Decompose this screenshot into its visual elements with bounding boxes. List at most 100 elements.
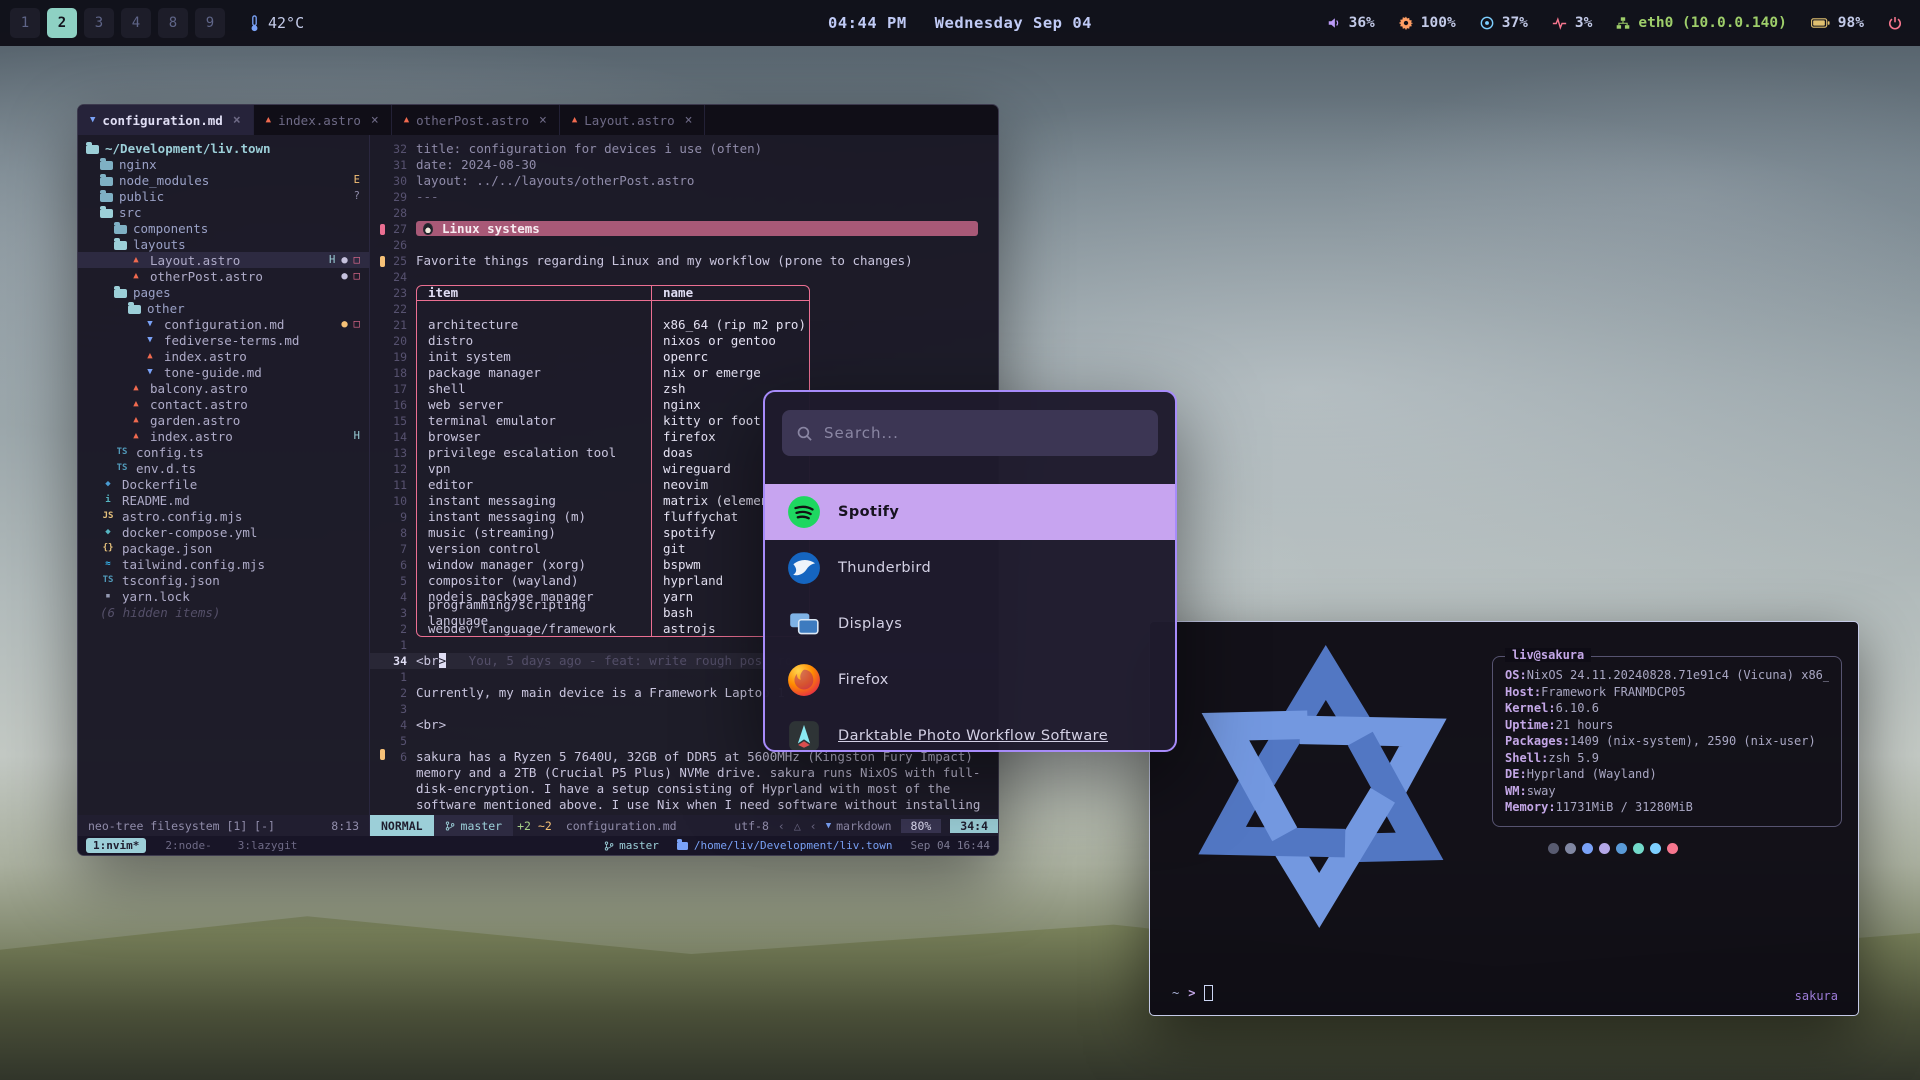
tree-item-components[interactable]: components <box>78 220 369 236</box>
tree-item-balcony.astro[interactable]: ▲balcony.astro <box>78 380 369 396</box>
line-number-gutter: 28 <box>370 205 416 221</box>
tab-index.astro[interactable]: ▲index.astro× <box>254 105 392 135</box>
table-cell-item: instant messaging (m) <box>417 509 651 525</box>
tab-close-icon[interactable]: × <box>371 113 379 128</box>
sign-column <box>380 368 385 379</box>
sign-column <box>380 144 385 155</box>
table-cell-name: x86_64 (rip m2 pro) <box>651 317 809 333</box>
tree-item-tsconfig.json[interactable]: TStsconfig.json <box>78 572 369 588</box>
file-type-icon: TS <box>100 575 116 585</box>
module-battery[interactable]: 98% <box>1811 15 1864 31</box>
table-cell-item: vpn <box>417 461 651 477</box>
module-power[interactable] <box>1888 16 1902 30</box>
tmux-window-2:node-[interactable]: 2:node- <box>158 838 218 853</box>
tmux-path-label: /home/liv/Development/liv.town <box>694 839 893 852</box>
fetch-info-value: 11731MiB / 31280MiB <box>1556 799 1693 816</box>
tmux-window-3:lazygit[interactable]: 3:lazygit <box>231 838 305 853</box>
tab-close-icon[interactable]: × <box>233 113 241 128</box>
tree-item-tone-guide.md[interactable]: ▼tone-guide.md <box>78 364 369 380</box>
line-number-gutter: 31 <box>370 157 416 173</box>
tree-item-index.astro[interactable]: ▲index.astroH <box>78 428 369 444</box>
tree-item-nginx[interactable]: nginx <box>78 156 369 172</box>
line-number-gutter: 1 <box>370 637 416 653</box>
tree-item-config.ts[interactable]: TSconfig.ts <box>78 444 369 460</box>
tree-item-layouts[interactable]: layouts <box>78 236 369 252</box>
launcher-item-Thunderbird[interactable]: Thunderbird <box>765 540 1175 596</box>
folder-icon <box>100 209 113 218</box>
tree-root[interactable]: ~/Development/liv.town <box>78 140 369 156</box>
line-number: 21 <box>389 317 407 333</box>
pulse-icon <box>1552 17 1567 30</box>
tree-item-public[interactable]: public? <box>78 188 369 204</box>
sign-column <box>380 400 385 411</box>
table-row: music (streaming)spotify <box>416 525 810 541</box>
fetch-info-row: Kernel: 6.10.6 <box>1505 700 1829 717</box>
table-row: compositor (wayland)hyprland <box>416 573 810 589</box>
tree-item-Layout.astro[interactable]: ▲Layout.astroH●□ <box>78 252 369 268</box>
tab-otherPost.astro[interactable]: ▲otherPost.astro× <box>392 105 560 135</box>
tree-item-otherPost.astro[interactable]: ▲otherPost.astro●□ <box>78 268 369 284</box>
workspace-button-9[interactable]: 9 <box>195 8 225 38</box>
tree-item-node_modules[interactable]: node_modulesE <box>78 172 369 188</box>
launcher-search-box[interactable] <box>782 410 1158 456</box>
tree-item-docker-compose.yml[interactable]: ◆docker-compose.yml <box>78 524 369 540</box>
fetch-info-label: Memory: <box>1505 799 1556 816</box>
buffer-line: 24 <box>370 269 998 285</box>
line-number: 20 <box>389 333 407 349</box>
tree-item-package.json[interactable]: {}package.json <box>78 540 369 556</box>
tab-close-icon[interactable]: × <box>685 113 693 128</box>
git-changes: +2 ~2 <box>513 815 556 836</box>
thermometer-icon <box>249 15 260 32</box>
module-volume[interactable]: 36% <box>1327 15 1375 31</box>
table-cell-item: distro <box>417 333 651 349</box>
shell-prompt[interactable]: ~ > <box>1172 985 1213 1001</box>
tab-close-icon[interactable]: × <box>539 113 547 128</box>
workspace-button-8[interactable]: 8 <box>158 8 188 38</box>
launcher-item-Displays[interactable]: Displays <box>765 596 1175 652</box>
workspace-button-3[interactable]: 3 <box>84 8 114 38</box>
tree-item-(6 hidden items): (6 hidden items) <box>78 604 369 620</box>
tree-item-label: index.astro <box>164 349 247 364</box>
tree-item-configuration.md[interactable]: ▼configuration.md●□ <box>78 316 369 332</box>
tree-item-garden.astro[interactable]: ▲garden.astro <box>78 412 369 428</box>
tab-Layout.astro[interactable]: ▲Layout.astro× <box>560 105 706 135</box>
tree-item-README.md[interactable]: iREADME.md <box>78 492 369 508</box>
tree-item-tailwind.config.mjs[interactable]: ≈tailwind.config.mjs <box>78 556 369 572</box>
search-input[interactable] <box>824 424 1144 442</box>
tree-item-pages[interactable]: pages <box>78 284 369 300</box>
tree-item-yarn.lock[interactable]: ▪yarn.lock <box>78 588 369 604</box>
tree-item-label: yarn.lock <box>122 589 190 604</box>
tree-item-other[interactable]: other <box>78 300 369 316</box>
tree-item-label: Dockerfile <box>122 477 197 492</box>
tree-item-astro.config.mjs[interactable]: JSastro.config.mjs <box>78 508 369 524</box>
tree-item-contact.astro[interactable]: ▲contact.astro <box>78 396 369 412</box>
tab-configuration.md[interactable]: ▼configuration.md× <box>78 105 254 135</box>
table-row: vpnwireguard <box>416 461 810 477</box>
tree-item-index.astro[interactable]: ▲index.astro <box>78 348 369 364</box>
module-disk[interactable]: 37% <box>1480 15 1528 31</box>
heading-text: Linux systems <box>442 221 540 237</box>
scroll-progress: 80% <box>901 819 942 833</box>
tree-item-fediverse-terms.md[interactable]: ▼fediverse-terms.md <box>78 332 369 348</box>
tree-item-label: garden.astro <box>150 413 240 428</box>
workspace-button-2[interactable]: 2 <box>47 8 77 38</box>
workspace-button-1[interactable]: 1 <box>10 8 40 38</box>
launcher-item-Firefox[interactable]: Firefox <box>765 652 1175 708</box>
tree-item-env.d.ts[interactable]: TSenv.d.ts <box>78 460 369 476</box>
launcher-item-Spotify[interactable]: Spotify <box>765 484 1175 540</box>
module-load[interactable]: 3% <box>1552 15 1592 31</box>
temperature-module[interactable]: 42°C <box>249 14 304 32</box>
module-network[interactable]: eth0 (10.0.0.140) <box>1616 15 1786 31</box>
launcher-item-Darktable Photo Workflow Software[interactable]: Darktable Photo Workflow Software <box>765 708 1175 752</box>
module-gear[interactable]: 100% <box>1399 15 1456 31</box>
tree-item-Dockerfile[interactable]: ◆Dockerfile <box>78 476 369 492</box>
power-icon <box>1888 16 1902 30</box>
line-number-gutter: 16 <box>370 397 416 413</box>
tree-item-src[interactable]: src <box>78 204 369 220</box>
tree-item-label: src <box>119 205 142 220</box>
tree-cursor-pos: 8:13 <box>331 819 359 833</box>
tab-label: configuration.md <box>102 113 222 128</box>
workspace-button-4[interactable]: 4 <box>121 8 151 38</box>
line-number: 3 <box>389 605 407 621</box>
tmux-window-1:nvim*[interactable]: 1:nvim* <box>86 838 146 853</box>
